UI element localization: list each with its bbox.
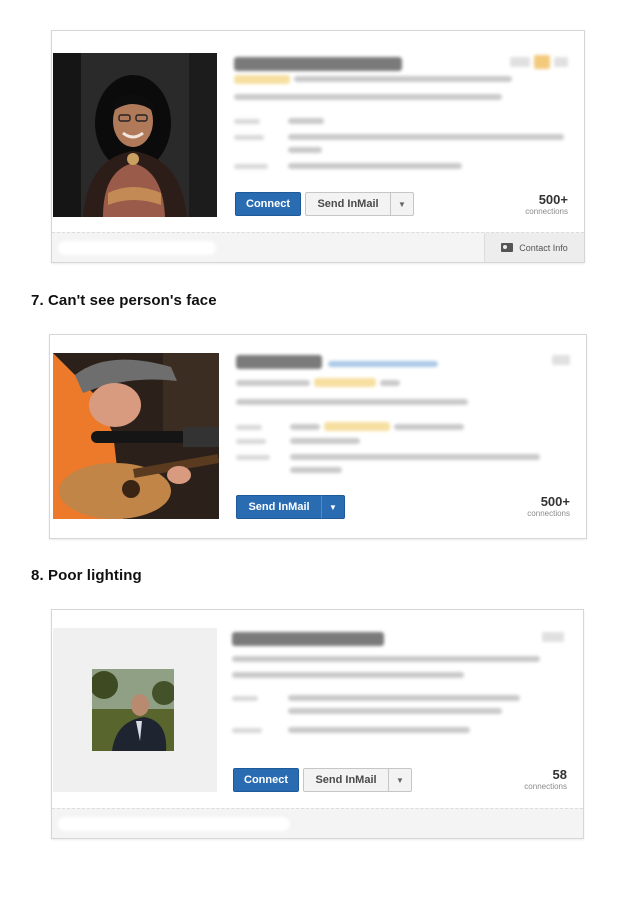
profile-photo-dark-woman (53, 53, 217, 217)
contact-info-link[interactable]: Contact Info (484, 233, 584, 262)
blurred-text (288, 708, 502, 714)
send-inmail-button[interactable]: Send InMail (236, 495, 322, 519)
blurred-keyword-highlight (324, 422, 390, 431)
blurred-text (288, 134, 564, 140)
blurred-headline (236, 380, 310, 386)
blurred-text (288, 163, 462, 169)
connections-label: connections (527, 509, 570, 518)
blurred-action-chip (552, 355, 570, 365)
connect-button[interactable]: Connect (235, 192, 301, 216)
blurred-text (394, 424, 464, 430)
blurred-text (290, 467, 342, 473)
card-footer: Contact Info (52, 232, 584, 262)
send-inmail-button[interactable]: Send InMail (303, 768, 389, 792)
blurred-text (290, 424, 320, 430)
section-heading-7: 7. Can't see person's face (31, 292, 217, 309)
profile-card-2: Send InMail ▼ 500+ connections (49, 334, 587, 539)
blurred-label (236, 455, 270, 460)
blurred-headline (380, 380, 400, 386)
blurred-label (232, 728, 262, 733)
blurred-location (236, 399, 468, 405)
blurred-name (236, 355, 322, 369)
blurred-action-chip (542, 632, 564, 642)
blurred-headline (232, 656, 540, 662)
connections-count: 500+ connections (527, 494, 570, 519)
contact-card-icon (501, 243, 514, 252)
blurred-headline (294, 76, 512, 82)
profile-card-3: Connect Send InMail ▼ 58 connections (51, 609, 584, 839)
connections-number: 500+ (538, 192, 568, 207)
blurred-footer-text (58, 241, 216, 255)
blurred-label (234, 164, 268, 169)
chevron-down-icon: ▼ (398, 199, 406, 209)
blurred-keyword-highlight (234, 75, 290, 84)
connections-count: 500+ connections (525, 192, 568, 217)
connections-number: 58 (552, 767, 567, 782)
blurred-label (236, 439, 266, 444)
blurred-action-chip (510, 57, 530, 67)
connections-number: 500+ (540, 494, 570, 509)
send-inmail-button[interactable]: Send InMail (305, 192, 391, 216)
blurred-text (290, 454, 540, 460)
more-options-dropdown[interactable]: ▼ (390, 192, 414, 216)
blurred-location (232, 672, 464, 678)
blurred-keyword-highlight (314, 378, 376, 387)
blurred-label (232, 696, 258, 701)
blurred-text (288, 727, 470, 733)
connect-button[interactable]: Connect (233, 768, 299, 792)
connections-count: 58 connections (524, 767, 567, 792)
blurred-location (234, 94, 502, 100)
blurred-name (232, 632, 384, 646)
blurred-footer-text (58, 817, 290, 831)
profile-photo-small-man (92, 669, 174, 751)
more-options-dropdown[interactable]: ▼ (321, 495, 345, 519)
blurred-text (290, 438, 360, 444)
blurred-label (234, 135, 264, 140)
connections-label: connections (525, 207, 568, 216)
profile-photo-area (53, 628, 217, 792)
contact-info-label: Contact Info (519, 242, 568, 253)
blurred-text (288, 118, 324, 124)
chevron-down-icon: ▼ (329, 502, 337, 512)
blurred-text (288, 695, 520, 701)
blurred-label (234, 119, 260, 124)
profile-card-1: Connect Send InMail ▼ 500+ connections C… (51, 30, 585, 263)
card-footer (52, 808, 583, 838)
blurred-action-chip (554, 57, 568, 67)
blurred-text (288, 147, 322, 153)
connections-label: connections (524, 782, 567, 791)
blurred-label (236, 425, 262, 430)
more-options-dropdown[interactable]: ▼ (388, 768, 412, 792)
blurred-action-chip (534, 55, 550, 69)
section-heading-8: 8. Poor lighting (31, 567, 142, 584)
blurred-link (328, 361, 438, 367)
blurred-name (234, 57, 402, 71)
chevron-down-icon: ▼ (396, 775, 404, 785)
profile-photo-guitarist (53, 353, 219, 519)
